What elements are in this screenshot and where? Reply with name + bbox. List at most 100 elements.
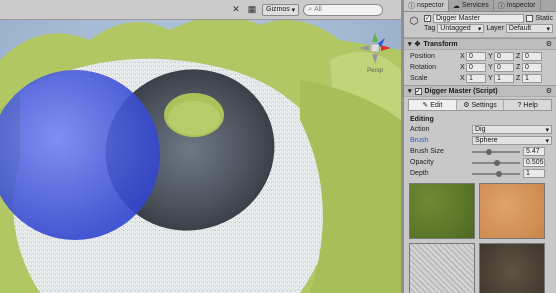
inspector-panel: ⓘ nspector ☁ Services ⓘ Inspector ⬡ ✓ Digge… xyxy=(404,0,556,293)
script-enabled-checkbox[interactable]: ✓ xyxy=(414,87,422,95)
action-dropdown[interactable]: Dig ▾ xyxy=(472,125,552,134)
scale-z-field[interactable]: 1 xyxy=(522,74,542,83)
brush-size-slider[interactable] xyxy=(472,148,520,155)
position-label: Position xyxy=(410,53,435,60)
scene-toolbar: ✕ ▦ Gizmos ▾ ⌕ All xyxy=(0,0,401,20)
brush-size-label: Brush Size xyxy=(410,148,444,155)
scale-label: Scale xyxy=(410,75,428,82)
transform-icon: ✥ xyxy=(414,41,421,48)
tab-inspector[interactable]: ⓘ Inspector xyxy=(494,0,541,11)
scene-search-input[interactable]: ⌕ All xyxy=(303,3,384,16)
position-row: Position X0 Y0 Z0 xyxy=(404,51,556,62)
brush-label: Brush xyxy=(410,137,429,144)
scale-x-field[interactable]: 1 xyxy=(466,74,486,83)
tab-label: Settings xyxy=(471,101,497,109)
texture-dirt[interactable] xyxy=(479,243,545,293)
scale-row: Scale X1 Y1 Z1 xyxy=(404,73,556,84)
texture-grid xyxy=(404,179,556,293)
tag-dropdown[interactable]: Untagged ▾ xyxy=(437,24,485,33)
settings-gear-icon[interactable]: ⚙ xyxy=(546,87,552,95)
rotation-label: Rotation xyxy=(410,64,437,71)
info-icon: ⓘ xyxy=(497,2,505,10)
tab-help[interactable]: ? Help xyxy=(504,100,551,110)
texture-sand[interactable] xyxy=(479,183,545,239)
cube-icon: ⬡ xyxy=(409,15,419,27)
tab-inspector-left[interactable]: ⓘ nspector xyxy=(404,0,449,11)
tab-edit[interactable]: ✎ Edit xyxy=(409,100,457,110)
inspector-tabs: ⓘ nspector ☁ Services ⓘ Inspector xyxy=(404,0,556,12)
rotation-y-field[interactable]: 0 xyxy=(494,63,514,72)
depth-slider[interactable] xyxy=(472,170,520,177)
active-checkbox[interactable]: ✓ xyxy=(424,15,431,22)
chevron-down-icon: ▾ xyxy=(477,25,482,33)
search-placeholder: All xyxy=(314,6,322,13)
search-icon: ⌕ xyxy=(308,5,313,13)
position-x-field[interactable]: 0 xyxy=(466,52,486,61)
settings-gear-icon[interactable]: ⚙ xyxy=(546,40,552,48)
digger-subtabs: ✎ Edit ⚙ Settings ? Help xyxy=(408,99,552,111)
tab-services[interactable]: ☁ Services xyxy=(449,0,494,11)
brush-icon: ✎ xyxy=(422,102,429,109)
tab-label: Edit xyxy=(430,101,443,109)
transform-header[interactable]: ▾ ✥ Transform ⚙ xyxy=(404,38,556,50)
action-label: Action xyxy=(410,126,430,133)
scene-render[interactable] xyxy=(0,0,401,293)
layer-value: Default xyxy=(508,25,532,32)
info-icon: ⓘ xyxy=(408,2,415,10)
chevron-down-icon: ▾ xyxy=(545,126,549,134)
slider-knob[interactable] xyxy=(494,159,500,166)
opacity-row: Opacity 0.505 xyxy=(404,157,556,168)
foldout-arrow-icon[interactable]: ▾ xyxy=(408,87,412,95)
texture-grass[interactable] xyxy=(409,183,475,239)
rotation-z-field[interactable]: 0 xyxy=(522,63,542,72)
depth-label: Depth xyxy=(410,170,429,177)
layers-icon[interactable]: ▦ xyxy=(246,4,258,16)
perspective-label[interactable]: Persp xyxy=(355,68,395,74)
brush-value: Sphere xyxy=(475,137,498,144)
static-label: Static xyxy=(535,15,553,22)
cloud-icon: ☁ xyxy=(452,2,460,10)
depth-row: Depth 1 xyxy=(404,168,556,179)
digger-header[interactable]: ▾ ✓ Digger Master (Script) ⚙ xyxy=(404,85,556,97)
slider-knob[interactable] xyxy=(486,148,492,155)
rotation-x-field[interactable]: 0 xyxy=(466,63,486,72)
slider-knob[interactable] xyxy=(496,170,502,177)
gear-icon: ⚙ xyxy=(463,102,470,109)
tab-label: Inspector xyxy=(506,2,536,9)
action-row: Action Dig ▾ xyxy=(404,124,556,135)
brush-dropdown[interactable]: Sphere ▾ xyxy=(472,136,552,145)
texture-gravel[interactable] xyxy=(409,243,475,293)
crossed-tools-icon[interactable]: ✕ xyxy=(230,4,242,16)
position-z-field[interactable]: 0 xyxy=(522,52,542,61)
layer-dropdown[interactable]: Default ▾ xyxy=(505,24,553,33)
object-name-field[interactable]: Digger Master xyxy=(433,14,525,23)
orientation-gizmo[interactable]: Persp xyxy=(355,28,395,76)
digger-title: Digger Master (Script) xyxy=(424,87,498,95)
foldout-arrow-icon[interactable]: ▾ xyxy=(408,40,412,48)
object-header: ⬡ ✓ Digger Master Static Tag Untagged ▾ L… xyxy=(404,12,556,38)
brush-size-field[interactable]: 5.47 xyxy=(523,147,545,156)
chevron-down-icon: ▾ xyxy=(546,25,550,33)
help-icon: ? xyxy=(517,101,522,109)
tab-label: nspector xyxy=(417,2,444,9)
layer-label: Layer xyxy=(486,25,504,32)
editing-section-label: Editing xyxy=(410,116,434,123)
scale-y-field[interactable]: 1 xyxy=(494,74,514,83)
scene-view[interactable]: ✕ ▦ Gizmos ▾ ⌕ All Persp xyxy=(0,0,401,293)
chevron-down-icon: ▾ xyxy=(545,137,549,145)
opacity-field[interactable]: 0.505 xyxy=(523,158,545,167)
static-checkbox[interactable] xyxy=(526,15,534,22)
tab-label: Services xyxy=(461,2,489,9)
tab-label: Help xyxy=(523,101,538,109)
gizmos-dropdown[interactable]: Gizmos ▾ xyxy=(262,3,300,16)
transform-title: Transform xyxy=(423,40,458,48)
position-y-field[interactable]: 0 xyxy=(494,52,514,61)
action-value: Dig xyxy=(475,126,486,133)
tag-label: Tag xyxy=(424,25,436,32)
depth-field[interactable]: 1 xyxy=(523,169,545,178)
tab-settings[interactable]: ⚙ Settings xyxy=(457,100,505,110)
brush-size-row: Brush Size 5.47 xyxy=(404,146,556,157)
opacity-slider[interactable] xyxy=(472,159,520,166)
rotation-row: Rotation X0 Y0 Z0 xyxy=(404,62,556,73)
axis-gizmo-icon[interactable] xyxy=(355,28,395,68)
